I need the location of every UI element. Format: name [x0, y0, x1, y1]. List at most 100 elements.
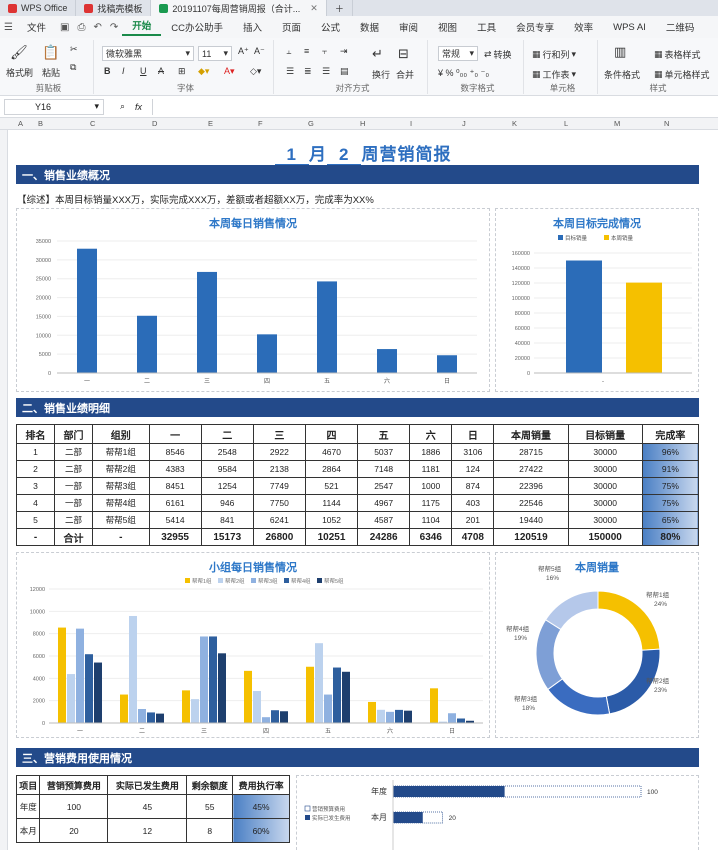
table-cell[interactable]: 841 — [200, 511, 254, 529]
table-cell[interactable]: 2138 — [252, 460, 306, 478]
table-cell[interactable]: 30000 — [567, 494, 643, 512]
table-cell[interactable]: 32955 — [148, 528, 202, 546]
zoom-icon[interactable]: ⌕ — [120, 101, 125, 112]
column-header[interactable]: I — [410, 119, 412, 128]
table-cell[interactable]: 2864 — [304, 460, 359, 478]
daily-sales-chart[interactable]: 本周每日销售情况 0 5000 10000 15000 20000 25000 30000 3… — [16, 208, 490, 392]
redo-icon[interactable]: ↷ — [106, 22, 122, 33]
table-cell[interactable]: 1104 — [409, 511, 453, 529]
table-cell[interactable]: 7148 — [357, 460, 411, 478]
table-cell[interactable]: 4587 — [357, 511, 411, 529]
table-cell[interactable]: 30000 — [567, 511, 643, 529]
tab-document[interactable]: 20191107每周营销周报（合计... ✕ — [151, 0, 327, 16]
column-header[interactable]: B — [38, 119, 43, 128]
table-cell[interactable]: 帮帮3组 — [92, 477, 150, 495]
group-daily-chart[interactable]: 小组每日销售情况 0 2000 4000 6000 8000 10000 12000 一二三四… — [16, 552, 490, 738]
table-cell[interactable]: 10251 — [304, 528, 359, 546]
table-cell[interactable]: 1181 — [409, 460, 453, 478]
format-painter-button[interactable]: 格式刷 — [6, 66, 33, 79]
align-top-icon[interactable]: ⫠ — [286, 46, 291, 57]
strikethrough-icon[interactable]: A — [158, 66, 164, 76]
print-icon[interactable]: ⎙ — [73, 22, 89, 33]
table-style-button[interactable]: ▦ 表格样式 — [654, 48, 701, 61]
table-cell[interactable]: 946 — [200, 494, 254, 512]
table-cell[interactable]: 3 — [16, 477, 55, 495]
column-header[interactable]: L — [564, 119, 568, 128]
table-cell[interactable]: 4383 — [148, 460, 202, 478]
menu-member[interactable]: 会员专享 — [506, 20, 564, 34]
clear-icon[interactable]: ◇▾ — [250, 66, 261, 77]
completion-rate-cell[interactable]: 75% — [641, 477, 700, 495]
table-cell[interactable]: 8 — [186, 818, 234, 843]
menu-page[interactable]: 页面 — [272, 20, 311, 34]
align-bottom-icon[interactable]: ⫟ — [322, 46, 327, 57]
completion-rate-cell[interactable]: 65% — [641, 511, 700, 529]
table-cell[interactable]: 合计 — [54, 528, 93, 546]
table-cell[interactable]: 9584 — [200, 460, 254, 478]
column-header[interactable]: F — [258, 119, 263, 128]
undo-icon[interactable]: ↶ — [89, 22, 105, 33]
italic-icon[interactable]: I — [122, 66, 125, 76]
table-cell[interactable]: 874 — [451, 477, 495, 495]
format-painter-icon[interactable]: 🖌 — [10, 44, 28, 61]
header-cell[interactable]: 日 — [451, 424, 495, 444]
table-cell[interactable]: 15173 — [200, 528, 254, 546]
header-cell[interactable]: 目标销量 — [567, 424, 643, 444]
header-cell[interactable]: 组别 — [92, 424, 150, 444]
table-cell[interactable]: 二部 — [54, 511, 93, 529]
table-cell[interactable]: 1175 — [409, 494, 453, 512]
column-header[interactable]: D — [152, 119, 157, 128]
conditional-format-icon[interactable]: ▥ — [614, 44, 626, 60]
table-cell[interactable]: 7750 — [252, 494, 306, 512]
paste-button[interactable]: 粘贴 — [42, 66, 60, 79]
column-header[interactable]: J — [462, 119, 466, 128]
table-cell[interactable]: 5037 — [357, 443, 411, 461]
wrap-button[interactable]: 换行 — [372, 68, 390, 81]
table-cell[interactable]: 5414 — [148, 511, 202, 529]
menu-review[interactable]: 审阅 — [389, 20, 428, 34]
table-cell[interactable]: 19440 — [493, 511, 569, 529]
header-cell[interactable]: 实际已发生费用 — [107, 775, 188, 795]
fill-color-icon[interactable]: ◆▾ — [198, 66, 209, 77]
table-cell[interactable]: 1052 — [304, 511, 359, 529]
font-name-select[interactable]: 微软雅黑 ▾ — [102, 46, 194, 61]
fx-icon[interactable]: fx — [135, 102, 142, 112]
menu-formula[interactable]: 公式 — [311, 20, 350, 34]
header-cell[interactable]: 完成率 — [641, 424, 700, 444]
table-cell[interactable]: 2548 — [200, 443, 254, 461]
table-cell[interactable]: 2 — [16, 460, 55, 478]
header-cell[interactable]: 二 — [200, 424, 254, 444]
execution-rate-cell[interactable]: 45% — [232, 794, 290, 819]
header-cell[interactable]: 排名 — [16, 424, 55, 444]
merge-button[interactable]: 合并 — [396, 68, 414, 81]
merge-icon[interactable]: ⊟ — [398, 46, 409, 62]
menu-efficiency[interactable]: 效率 — [564, 20, 603, 34]
table-cell[interactable]: - — [92, 528, 150, 546]
column-header[interactable]: G — [308, 119, 314, 128]
column-header[interactable]: M — [614, 119, 620, 128]
table-cell[interactable]: 4670 — [304, 443, 359, 461]
header-cell[interactable]: 四 — [304, 424, 359, 444]
table-cell[interactable]: 4708 — [451, 528, 495, 546]
close-icon[interactable]: ✕ — [310, 3, 318, 14]
table-cell[interactable]: 30000 — [567, 477, 643, 495]
formula-input[interactable] — [152, 98, 712, 115]
menu-data[interactable]: 数据 — [350, 20, 389, 34]
menu-icon[interactable]: ☰ — [0, 22, 17, 33]
table-cell[interactable]: 4 — [16, 494, 55, 512]
rows-cols-button[interactable]: ▦ 行和列 ▾ — [532, 48, 576, 61]
completion-rate-cell[interactable]: 75% — [641, 494, 700, 512]
number-format-select[interactable]: 常规 ▾ — [438, 46, 478, 61]
table-cell[interactable]: 帮帮5组 — [92, 511, 150, 529]
table-cell[interactable]: 一部 — [54, 477, 93, 495]
header-cell[interactable]: 项目 — [15, 775, 41, 795]
table-cell[interactable]: 二部 — [54, 460, 93, 478]
worksheet-button[interactable]: ▦ 工作表 ▾ — [532, 68, 576, 81]
conditional-format-button[interactable]: 条件格式 — [604, 68, 640, 81]
table-cell[interactable]: 3106 — [451, 443, 495, 461]
table-cell[interactable]: 5 — [16, 511, 55, 529]
column-header[interactable]: H — [360, 119, 365, 128]
paste-icon[interactable]: 📋 — [42, 44, 59, 61]
completion-rate-cell[interactable]: 80% — [641, 528, 700, 546]
tab-wps-office[interactable]: WPS Office — [0, 0, 77, 16]
